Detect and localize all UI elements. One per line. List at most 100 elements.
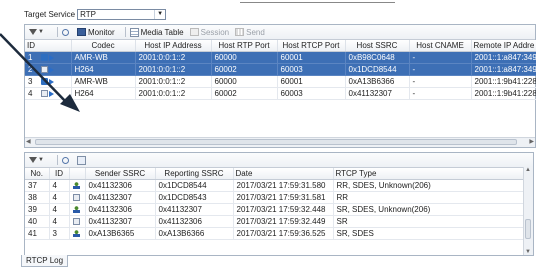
media-toolbar: ▼ Monitor Media Table Session Send <box>25 25 535 40</box>
col-host-rtp-port[interactable]: Host RTP Port <box>211 40 278 52</box>
col-rtcp-type[interactable]: RTCP Type <box>333 168 526 180</box>
search-button[interactable] <box>61 28 71 36</box>
cell-cname: - <box>409 51 472 64</box>
search-button[interactable] <box>61 156 71 164</box>
scrollbar-thumb[interactable] <box>525 219 531 239</box>
cell-id: 4 <box>49 179 70 192</box>
table-row[interactable]: 38 4 0x41132307 0x1DCD8543 2017/03/21 17… <box>25 191 526 204</box>
scroll-right-icon[interactable]: ▶ <box>529 138 534 145</box>
cell-no: 40 <box>25 215 50 228</box>
cell-reporting-ssrc: 0xA13B6366 <box>155 227 234 240</box>
caret-down-icon: ▼ <box>38 29 44 35</box>
table-row[interactable]: 1 AMR-WB 2001:0:0:1::2 60000 60001 0xB98… <box>25 51 536 64</box>
cell-rtcp-port: 60003 <box>277 63 346 76</box>
table-row[interactable]: 37 4 0x41132306 0x1DCD8544 2017/03/21 17… <box>25 179 526 192</box>
cell-icon <box>69 227 86 240</box>
table-row[interactable]: 40 4 0x41132307 0x41132306 2017/03/21 17… <box>25 215 526 228</box>
table-row[interactable]: 3 AMR-WB 2001:0:0:1::2 60000 60001 0xA13… <box>25 75 536 88</box>
cell-no: 37 <box>25 179 50 192</box>
search-icon <box>61 28 69 36</box>
cell-sender-ssrc: 0x41132306 <box>85 179 156 192</box>
cell-ssrc: 0xA13B6366 <box>345 75 410 88</box>
table-row[interactable]: 2 H264 2001:0:0:1::2 60002 60003 0x1DCD8… <box>25 63 536 76</box>
media-table-header: ID Codec Host IP Address Host RTP Port H… <box>25 40 536 52</box>
cell-icon <box>69 179 86 192</box>
cell-id: 4 <box>49 215 70 228</box>
rtcp-log-panel: ▼ No. ID Sender SSRC Reporting SSRC Date… <box>24 152 534 256</box>
edit-icon <box>76 155 86 165</box>
media-table-button[interactable]: Media Table <box>129 27 184 37</box>
col-id[interactable]: ID <box>49 168 70 180</box>
cell-reporting-ssrc: 0x41132307 <box>155 203 234 216</box>
cell-id: 2 <box>25 63 72 76</box>
media-status-icon <box>40 78 48 86</box>
horizontal-scrollbar[interactable]: ◀ ▶ <box>25 137 535 147</box>
col-reporting-ssrc[interactable]: Reporting SSRC <box>155 168 234 180</box>
col-codec[interactable]: Codec <box>71 40 136 52</box>
col-id[interactable]: ID <box>25 40 72 52</box>
play-icon <box>48 90 54 97</box>
scrollbar-thumb[interactable] <box>35 139 517 145</box>
vertical-scrollbar[interactable]: ▲ ▼ <box>523 167 533 255</box>
cell-host-ip: 2001:0:0:1::2 <box>135 75 212 88</box>
play-icon <box>48 78 54 85</box>
cell-sender-ssrc: 0x41132306 <box>85 203 156 216</box>
col-host-rtcp-port[interactable]: Host RTCP Port <box>277 40 346 52</box>
col-no[interactable]: No. <box>25 168 50 180</box>
col-host-ip[interactable]: Host IP Address <box>135 40 212 52</box>
scroll-up-icon[interactable]: ▲ <box>525 167 531 173</box>
cell-remote-ip: 2001::1:9b41:228 <box>471 87 536 100</box>
send-button[interactable]: Send <box>235 28 265 37</box>
cell-icon <box>69 215 86 228</box>
toolbar-separator <box>56 27 58 37</box>
session-button[interactable]: Session <box>189 27 230 37</box>
cell-codec: H264 <box>71 63 136 76</box>
table-row[interactable]: 41 3 0xA13B6365 0xA13B6366 2017/03/21 17… <box>25 227 526 240</box>
cell-remote-ip: 2001::1:a847:349 <box>471 51 536 64</box>
scroll-left-icon[interactable]: ◀ <box>26 138 31 145</box>
chevron-down-icon: ▼ <box>154 9 165 19</box>
cell-rtp-port: 60002 <box>211 87 278 100</box>
col-remote-ip[interactable]: Remote IP Addre <box>471 40 536 52</box>
tab-rtcp-log[interactable]: RTCP Log <box>21 255 69 267</box>
cell-reporting-ssrc: 0x1DCD8544 <box>155 179 234 192</box>
cell-icon <box>69 203 86 216</box>
rtcp-toolbar: ▼ <box>25 153 533 168</box>
target-service-select[interactable]: RTP ▼ <box>77 8 167 20</box>
cell-cname: - <box>409 63 472 76</box>
cell-id: 4 <box>49 191 70 204</box>
cell-no: 38 <box>25 191 50 204</box>
cell-cname: - <box>409 75 472 88</box>
cell-id: 3 <box>25 75 72 88</box>
filter-button[interactable]: ▼ <box>29 157 47 163</box>
cell-rtcp-type: SR, SDES <box>333 227 526 240</box>
cell-sender-ssrc: 0x41132307 <box>85 191 156 204</box>
row-id: 4 <box>28 89 33 98</box>
table-row[interactable]: 39 4 0x41132306 0x41132307 2017/03/21 17… <box>25 203 526 216</box>
col-icon[interactable] <box>69 168 86 180</box>
edit-button[interactable] <box>76 155 88 165</box>
monitor-button[interactable]: Monitor <box>76 28 115 37</box>
col-date[interactable]: Date <box>233 168 334 180</box>
cell-host-ip: 2001:0:0:1::2 <box>135 87 212 100</box>
filter-button[interactable]: ▼ <box>29 29 47 35</box>
cell-reporting-ssrc: 0x41132306 <box>155 215 234 228</box>
cell-host-ip: 2001:0:0:1::2 <box>135 51 212 64</box>
col-sender-ssrc[interactable]: Sender SSRC <box>85 168 156 180</box>
cell-codec: AMR-WB <box>71 51 136 64</box>
cell-no: 41 <box>25 227 50 240</box>
cell-sender-ssrc: 0xA13B6365 <box>85 227 156 240</box>
cell-date: 2017/03/21 17:59:36.525 <box>233 227 334 240</box>
col-host-cname[interactable]: Host CNAME <box>409 40 472 52</box>
document-icon <box>72 218 80 226</box>
col-host-ssrc[interactable]: Host SSRC <box>345 40 410 52</box>
session-label: Session <box>200 27 230 37</box>
cell-rtp-port: 60002 <box>211 63 278 76</box>
target-service-row: Target Service RTP ▼ <box>24 7 167 21</box>
cell-remote-ip: 2001::1:a847:349 <box>471 63 536 76</box>
table-row[interactable]: 4 H264 2001:0:0:1::2 60002 60003 0x41132… <box>25 87 536 100</box>
cell-date: 2017/03/21 17:59:31.580 <box>233 179 334 192</box>
scroll-down-icon[interactable]: ▼ <box>525 249 531 255</box>
cell-rtcp-port: 60001 <box>277 51 346 64</box>
toolbar-separator <box>56 155 58 165</box>
